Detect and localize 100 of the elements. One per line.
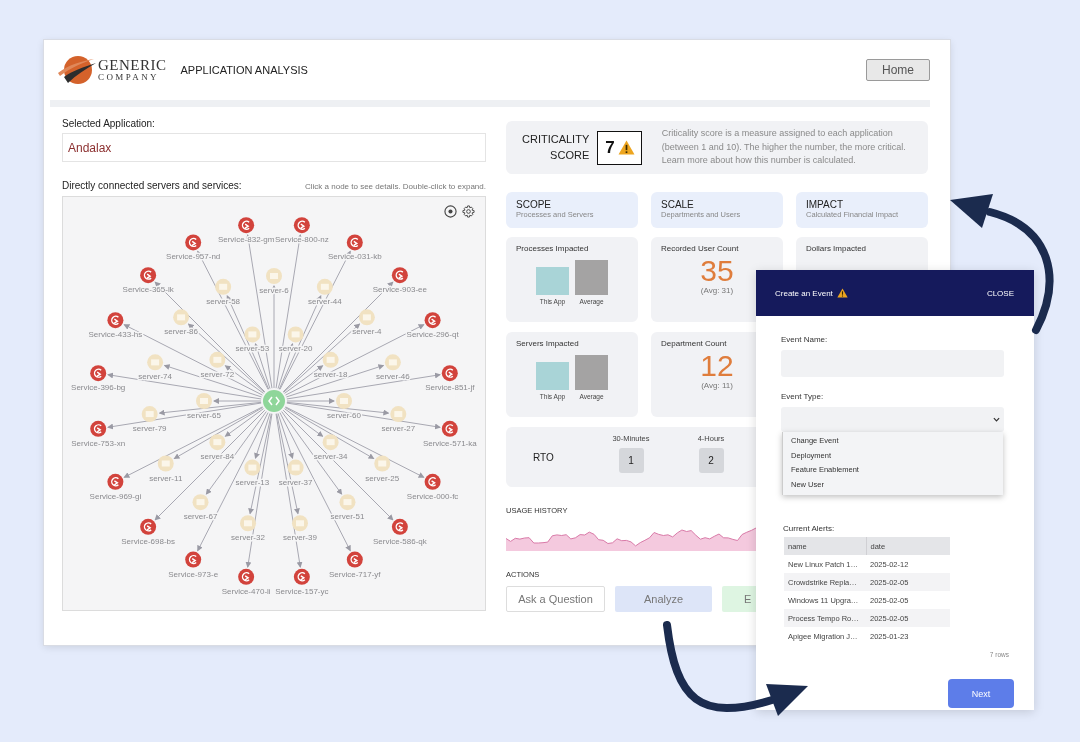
rto-tier-value: 2	[698, 447, 724, 473]
node-label: Service-433-hs	[88, 330, 143, 340]
server-node[interactable]	[244, 326, 261, 343]
node-label: server-65	[187, 411, 221, 420]
rto-label: RTO	[533, 451, 555, 463]
service-node[interactable]	[293, 217, 310, 234]
server-node[interactable]	[173, 309, 190, 326]
application-field[interactable]: Andalax	[62, 133, 486, 162]
warning-icon	[617, 140, 635, 155]
server-node[interactable]	[339, 494, 356, 511]
node-label: Service-470-li	[221, 586, 271, 596]
action-button[interactable]: Ask a Question	[506, 586, 605, 612]
node-label: server-27	[381, 424, 416, 434]
server-node[interactable]	[266, 268, 282, 284]
server-node[interactable]	[287, 459, 304, 476]
section-title: SCALE	[661, 199, 695, 210]
service-node[interactable]	[391, 518, 408, 535]
service-node[interactable]	[140, 267, 157, 284]
metric-title: Servers Impacted	[516, 339, 580, 348]
server-node[interactable]	[244, 459, 261, 476]
node-label: Service-973-e	[168, 569, 219, 579]
field-label: Selected Application:	[62, 118, 156, 129]
home-button[interactable]: Home	[866, 59, 930, 81]
service-node[interactable]	[346, 551, 363, 568]
logo-wordmark: GENERIC	[98, 58, 167, 73]
server-node[interactable]	[196, 393, 212, 409]
dialog-title: Create an Event	[775, 288, 833, 298]
server-node[interactable]	[322, 434, 339, 451]
server-node[interactable]	[316, 278, 333, 295]
next-button[interactable]: Next	[948, 679, 1014, 708]
service-node[interactable]	[238, 568, 255, 585]
service-node[interactable]	[441, 365, 458, 382]
service-node[interactable]	[391, 267, 408, 284]
section-title: IMPACT	[806, 199, 845, 210]
bar	[575, 260, 608, 295]
server-node[interactable]	[209, 434, 226, 451]
server-node[interactable]	[292, 515, 308, 532]
server-node[interactable]	[287, 326, 304, 343]
logo-icon	[56, 53, 96, 87]
server-node[interactable]	[147, 354, 164, 371]
server-node[interactable]	[192, 494, 209, 511]
server-node[interactable]	[384, 354, 401, 371]
action-button[interactable]: Analyze	[615, 586, 712, 612]
service-node[interactable]	[238, 217, 255, 234]
node-label: server-4	[352, 327, 382, 337]
criticality-description: Criticality score is a measure assigned to each application (between 1 and 10). The higher the number, the more critical. Learn more about how this number is calculated.	[661, 127, 907, 168]
metric-average: (Avg: 11)	[701, 382, 733, 390]
criticality-label: CRITICALITY	[522, 132, 590, 148]
node-label: Service-832-gm	[217, 235, 275, 245]
bar	[575, 355, 608, 390]
logo-subtitle: COMPANY	[98, 73, 160, 82]
node-label: server-67	[183, 512, 218, 522]
node-label: server-58	[206, 296, 241, 306]
node-label: server-60	[327, 411, 361, 420]
service-node[interactable]	[424, 312, 441, 329]
server-node[interactable]	[157, 455, 174, 472]
server-node[interactable]	[141, 406, 158, 423]
node-label: Service-031-kb	[327, 252, 382, 262]
graph-hint: Click a node to see details. Double-click to expand.	[305, 182, 486, 191]
service-node[interactable]	[185, 551, 202, 568]
server-node[interactable]	[358, 309, 375, 326]
server-node[interactable]	[374, 455, 391, 472]
service-node[interactable]	[441, 420, 458, 437]
node-label: server-51	[330, 512, 365, 522]
node-label: Service-157-yc	[275, 586, 329, 596]
page-title: APPLICATION ANALYSIS	[180, 64, 308, 76]
warning-icon	[836, 288, 848, 298]
server-node[interactable]	[390, 406, 407, 423]
criticality-label: SCORE	[550, 147, 590, 163]
app-node[interactable]	[263, 390, 285, 412]
node-label: server-74	[138, 372, 172, 382]
server-node[interactable]	[215, 278, 232, 295]
criticality-score: 7	[605, 137, 615, 158]
server-node[interactable]	[336, 393, 352, 409]
service-node[interactable]	[424, 473, 441, 490]
service-node[interactable]	[90, 365, 107, 382]
node-label: server-20	[278, 344, 313, 354]
service-node[interactable]	[346, 234, 363, 251]
settings-icon[interactable]	[462, 205, 475, 218]
service-node[interactable]	[90, 420, 107, 437]
server-node[interactable]	[322, 351, 339, 368]
node-label: Service-296-qt	[406, 330, 459, 340]
close-button[interactable]: CLOSE	[986, 288, 1014, 298]
metric-value: 35	[700, 256, 734, 286]
server-node[interactable]	[209, 351, 226, 368]
service-node[interactable]	[140, 518, 157, 535]
service-node[interactable]	[107, 473, 124, 490]
service-node[interactable]	[185, 234, 202, 251]
service-node[interactable]	[293, 568, 310, 585]
server-node[interactable]	[240, 515, 256, 532]
service-node[interactable]	[107, 312, 124, 329]
alerts-label: Current Alerts:	[783, 524, 836, 533]
metric-title: Recorded User Count	[661, 244, 740, 253]
node-label: Service-586-qk	[372, 536, 427, 546]
chevron-down-icon	[993, 417, 1000, 422]
center-view-icon[interactable]	[444, 205, 457, 218]
event-type-select[interactable]	[781, 407, 1004, 432]
node-label: server-13	[235, 477, 270, 487]
node-label: Service-957-nd	[166, 252, 221, 262]
graph-title: Directly connected servers and services:	[62, 180, 242, 191]
